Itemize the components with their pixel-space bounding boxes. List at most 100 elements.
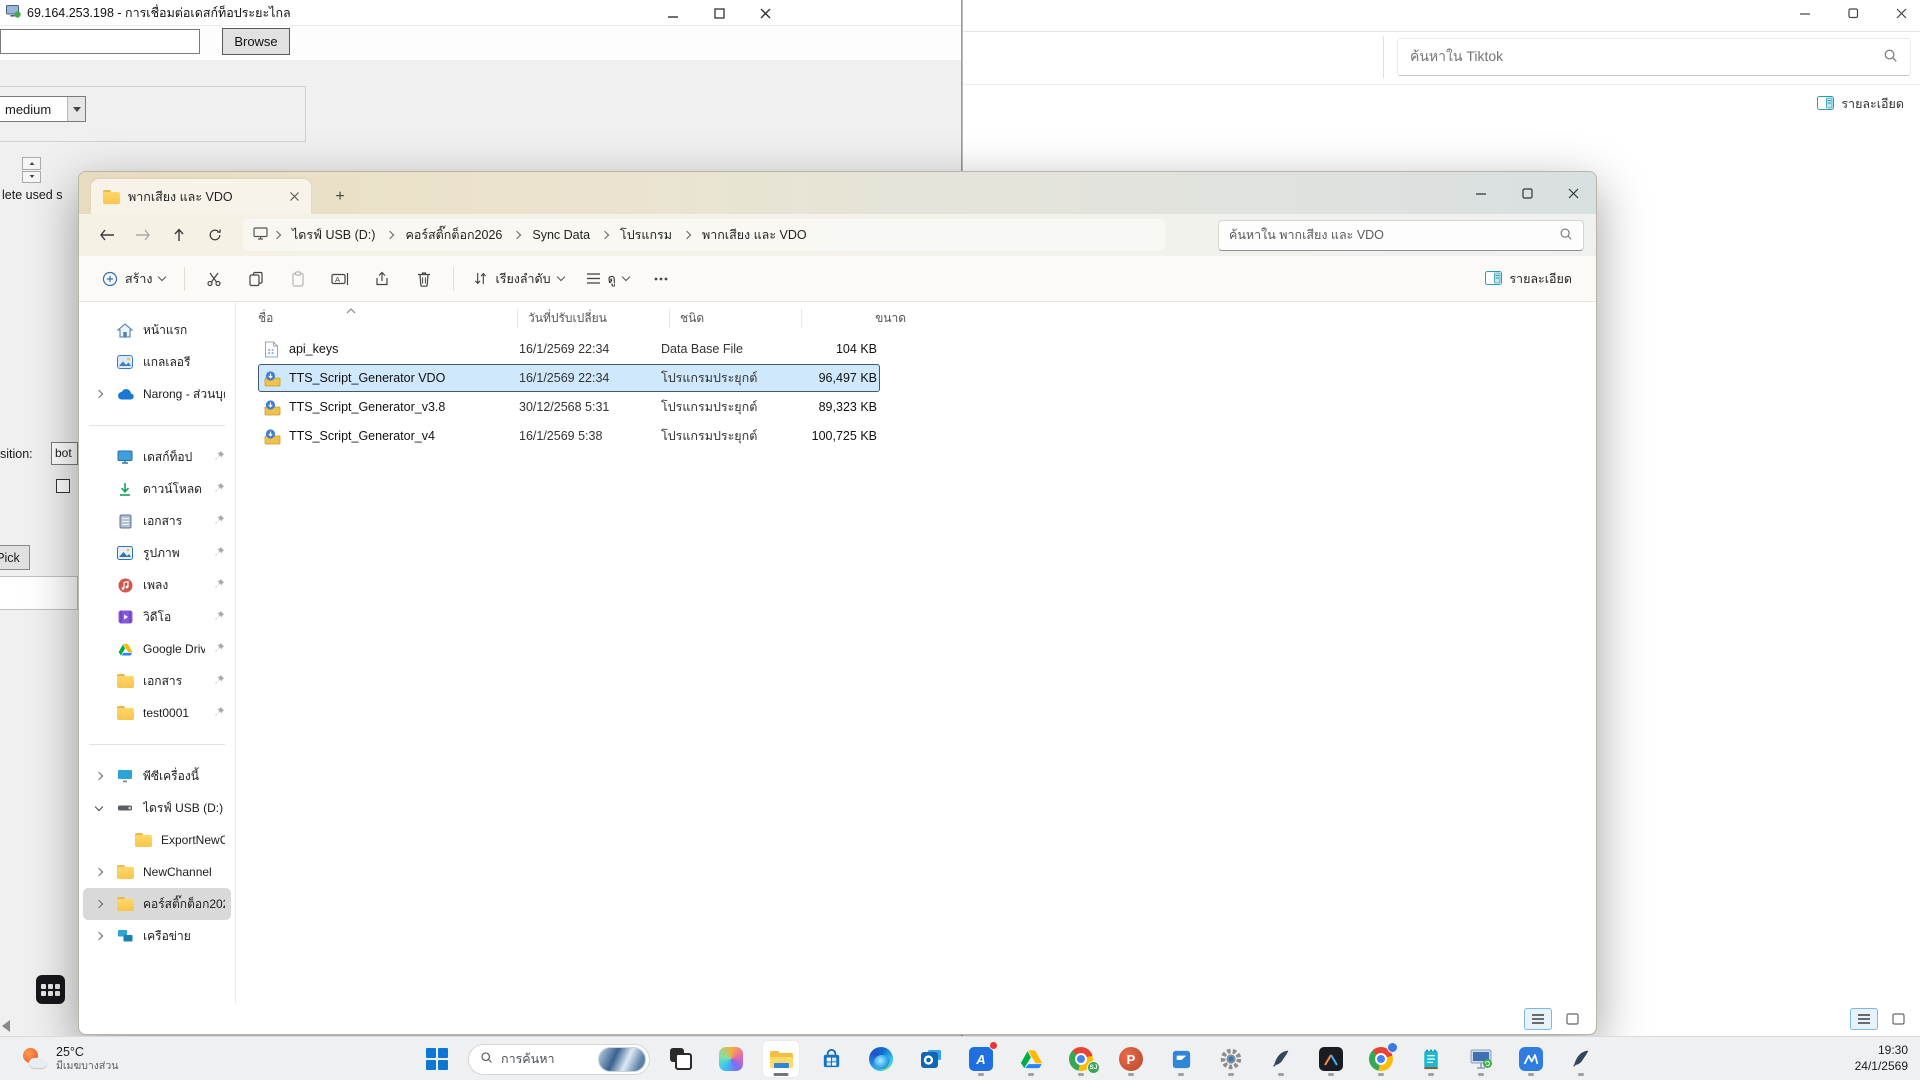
chevron-right-icon[interactable]	[95, 390, 103, 398]
bg-details-toggle[interactable]: รายละเอียด	[1817, 94, 1904, 114]
details-view-toggle[interactable]	[1850, 1008, 1878, 1030]
bg-restore-button[interactable]	[1842, 4, 1864, 22]
app-m-button[interactable]	[1512, 1040, 1550, 1078]
sidebar-item-usb-drive[interactable]: ไดรฟ์ USB (D:)	[83, 792, 231, 824]
pick-button[interactable]: Pick	[0, 545, 30, 570]
sqlite-2-button[interactable]	[1562, 1040, 1600, 1078]
sidebar-item-downloads[interactable]: ดาวน์โหลด	[83, 473, 231, 505]
remote-list-box[interactable]	[0, 576, 78, 610]
sidebar-item-pictures[interactable]: รูปภาพ	[83, 537, 231, 569]
microsoft-store-button[interactable]	[812, 1040, 850, 1078]
remote-maximize-button[interactable]	[708, 4, 730, 22]
task-view-button[interactable]	[662, 1040, 700, 1078]
delete-button[interactable]	[405, 262, 443, 296]
chevron-right-icon[interactable]	[95, 932, 103, 940]
view-button[interactable]: ดู	[577, 262, 638, 296]
sort-button[interactable]: เรียงลำดับ	[464, 262, 572, 296]
breadcrumb-item[interactable]: ไดรฟ์ USB (D:)	[286, 222, 381, 248]
notepad-button[interactable]	[1412, 1040, 1450, 1078]
edge-button[interactable]	[862, 1040, 900, 1078]
share-button[interactable]	[363, 262, 401, 296]
sidebar-item-documents[interactable]: เอกสาร	[83, 505, 231, 537]
remote-checkbox[interactable]	[56, 479, 70, 493]
sidebar-item-this-pc[interactable]: พีซีเครื่องนี้	[83, 760, 231, 792]
large-icons-view-toggle[interactable]	[1884, 1008, 1912, 1030]
chevron-down-icon[interactable]	[95, 803, 103, 811]
remote-app-grid-icon[interactable]	[36, 975, 65, 1004]
powerpoint-button[interactable]: P	[1112, 1040, 1150, 1078]
breadcrumb-item[interactable]: Sync Data	[526, 225, 596, 245]
sidebar-item-gallery[interactable]: แกลเลอรี	[83, 346, 231, 378]
scroll-left-arrow-icon[interactable]	[2, 1020, 10, 1032]
column-header-size[interactable]: ขนาด	[812, 309, 906, 328]
copy-button[interactable]	[237, 262, 275, 296]
taskbar-search-input[interactable]: การค้นหา	[468, 1044, 650, 1075]
close-button[interactable]	[1550, 172, 1596, 214]
search-icon[interactable]	[1559, 227, 1573, 244]
bg-close-button[interactable]	[1890, 4, 1912, 22]
maximize-button[interactable]	[1504, 172, 1550, 214]
column-header-date-modified[interactable]: วันที่ปรับเปลี่ยน	[528, 309, 670, 328]
chevron-right-icon[interactable]	[95, 772, 103, 780]
new-button[interactable]: สร้าง	[93, 262, 174, 296]
google-drive-button[interactable]	[1012, 1040, 1050, 1078]
chrome-profile-button[interactable]: SJ	[1062, 1040, 1100, 1078]
cut-button[interactable]	[195, 262, 233, 296]
settings-button[interactable]	[1212, 1040, 1250, 1078]
breadcrumb-item[interactable]: คอร์สติ๊กต็อก2026	[399, 222, 508, 248]
back-button[interactable]	[91, 220, 123, 250]
table-row[interactable]: api_keys 16/1/2569 22:34 Data Base File …	[258, 335, 880, 363]
remote-path-input[interactable]	[0, 29, 200, 54]
details-pane-toggle[interactable]: รายละเอียด	[1475, 262, 1582, 296]
sqlite-button[interactable]	[1262, 1040, 1300, 1078]
widgets-button[interactable]: 25°C มีเมฆบางส่วน	[14, 1037, 126, 1080]
app-a-button[interactable]: A	[962, 1040, 1000, 1078]
explorer-search-input[interactable]: ค้นหาใน พากเสียง และ VDO	[1218, 220, 1584, 251]
sidebar-item-music[interactable]: เพลง	[83, 569, 231, 601]
chevron-right-icon[interactable]	[95, 900, 103, 908]
explorer-tab[interactable]: พากเสียง และ VDO	[91, 179, 311, 214]
rename-button[interactable]: A	[321, 262, 359, 296]
file-explorer-taskbar-button[interactable]	[762, 1040, 800, 1078]
position-input[interactable]: bot	[51, 442, 78, 465]
start-button[interactable]	[418, 1040, 456, 1078]
sidebar-item-network[interactable]: เครือข่าย	[83, 920, 231, 952]
paste-button[interactable]	[279, 262, 317, 296]
outlook-button[interactable]	[912, 1040, 950, 1078]
sidebar-item-videos[interactable]: วิดีโอ	[83, 601, 231, 633]
app-blue-button[interactable]	[1162, 1040, 1200, 1078]
up-button[interactable]	[163, 220, 195, 250]
remote-close-button[interactable]	[754, 4, 776, 22]
quality-select[interactable]: medium	[0, 96, 86, 122]
sidebar-item-home[interactable]: หน้าแรก	[83, 314, 231, 346]
chrome-alt-button[interactable]	[1362, 1040, 1400, 1078]
sidebar-item-onedrive[interactable]: Narong - ส่วนบุคคล	[83, 378, 231, 410]
breadcrumb-item[interactable]: โปรแกรม	[614, 222, 678, 248]
refresh-button[interactable]	[199, 220, 231, 250]
details-view-toggle[interactable]	[1524, 1008, 1552, 1030]
sidebar-item-exportnewchanel[interactable]: ExportNewChanel	[83, 824, 231, 856]
taskbar-clock[interactable]: 19:30 24/1/2569	[1855, 1037, 1908, 1080]
breadcrumb[interactable]: ไดรฟ์ USB (D:) คอร์สติ๊กต็อก2026 Sync Da…	[243, 219, 1165, 251]
sidebar-item-test0001[interactable]: test0001	[83, 697, 231, 729]
sidebar-item-documents-folder[interactable]: เอกสาร	[83, 665, 231, 697]
forward-button[interactable]	[127, 220, 159, 250]
copilot-button[interactable]	[712, 1040, 750, 1078]
large-icons-view-toggle[interactable]	[1558, 1008, 1586, 1030]
search-icon[interactable]	[1883, 48, 1898, 66]
quantity-stepper[interactable]	[22, 157, 41, 183]
search-highlight-thumbnail[interactable]	[598, 1047, 646, 1072]
sidebar-item-newchannel[interactable]: NewChannel	[83, 856, 231, 888]
table-row-selected[interactable]: TTS_Script_Generator VDO 16/1/2569 22:34…	[258, 364, 880, 392]
column-header-type[interactable]: ชนิด	[680, 309, 802, 328]
browse-button[interactable]: Browse	[222, 28, 290, 55]
tab-close-icon[interactable]	[285, 188, 303, 206]
table-row[interactable]: TTS_Script_Generator_v4 16/1/2569 5:38 โ…	[258, 422, 880, 450]
more-options-button[interactable]	[642, 262, 680, 296]
background-window-titlebar[interactable]	[963, 0, 1920, 30]
sidebar-item-desktop[interactable]: เดสก์ท็อป	[83, 441, 231, 473]
table-row[interactable]: TTS_Script_Generator_v3.8 30/12/2568 5:3…	[258, 393, 880, 421]
chevron-down-icon[interactable]	[67, 97, 85, 121]
remote-minimize-button[interactable]	[662, 4, 684, 22]
minimize-button[interactable]	[1458, 172, 1504, 214]
